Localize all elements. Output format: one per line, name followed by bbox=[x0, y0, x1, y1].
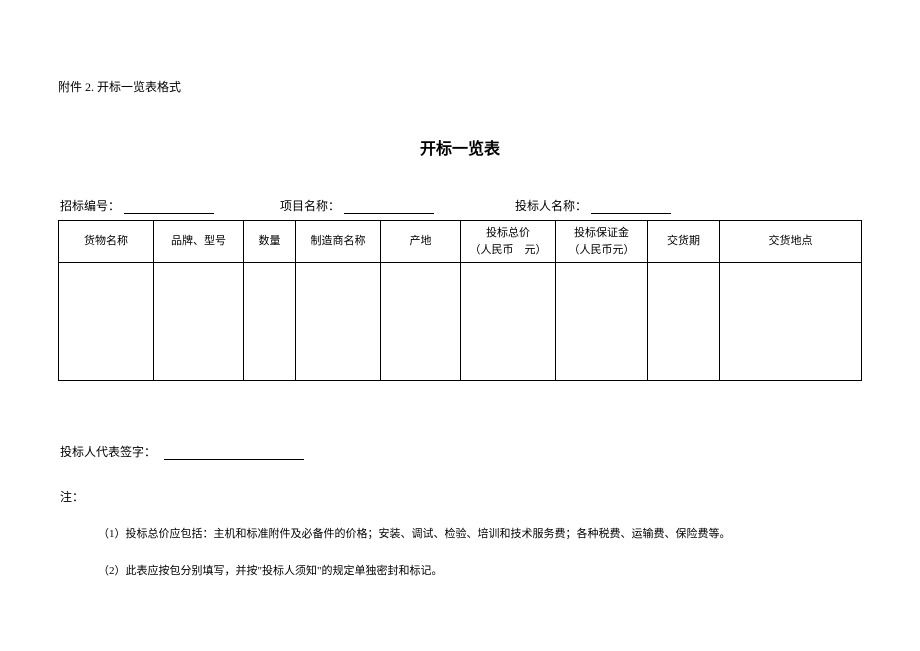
cell-deposit bbox=[556, 263, 648, 381]
cell-total-price bbox=[461, 263, 556, 381]
th-deposit: 投标保证金 （人民币元） bbox=[556, 221, 648, 263]
signature-row: 投标人代表签字： bbox=[58, 443, 862, 460]
project-name-label: 项目名称： bbox=[280, 197, 340, 214]
th-goods-name: 货物名称 bbox=[59, 221, 154, 263]
table-row bbox=[59, 263, 862, 381]
bidder-name-blank bbox=[591, 200, 671, 214]
cell-quantity bbox=[244, 263, 296, 381]
th-deposit-l2: （人民币元） bbox=[569, 244, 635, 256]
th-delivery-period: 交货期 bbox=[648, 221, 720, 263]
th-deposit-l1: 投标保证金 bbox=[574, 227, 629, 239]
cell-origin bbox=[381, 263, 461, 381]
field-bid-no: 招标编号： bbox=[60, 197, 280, 214]
field-project-name: 项目名称： bbox=[280, 197, 515, 214]
cell-delivery-place bbox=[720, 263, 862, 381]
th-quantity: 数量 bbox=[244, 221, 296, 263]
project-name-blank bbox=[344, 200, 434, 214]
page-title: 开标一览表 bbox=[58, 135, 862, 159]
cell-brand-model bbox=[154, 263, 244, 381]
bid-table: 货物名称 品牌、型号 数量 制造商名称 产地 投标总价 （人民币 元） 投标保证… bbox=[58, 220, 862, 381]
th-brand-model: 品牌、型号 bbox=[154, 221, 244, 263]
bid-no-label: 招标编号： bbox=[60, 197, 120, 214]
signature-label: 投标人代表签字： bbox=[60, 443, 156, 460]
cell-delivery-period bbox=[648, 263, 720, 381]
cell-manufacturer bbox=[296, 263, 381, 381]
th-origin: 产地 bbox=[381, 221, 461, 263]
note-2: （2）此表应按包分别填写，并按"投标人须知"的规定单独密封和标记。 bbox=[58, 564, 862, 579]
field-bidder-name: 投标人名称： bbox=[515, 197, 862, 214]
fields-row: 招标编号： 项目名称： 投标人名称： bbox=[58, 197, 862, 214]
note-1: （1）投标总价应包括：主机和标准附件及必备件的价格；安装、调试、检验、培训和技术… bbox=[58, 527, 862, 542]
attachment-label: 附件 2. 开标一览表格式 bbox=[58, 78, 862, 95]
th-delivery-place: 交货地点 bbox=[720, 221, 862, 263]
cell-goods-name bbox=[59, 263, 154, 381]
table-header-row: 货物名称 品牌、型号 数量 制造商名称 产地 投标总价 （人民币 元） 投标保证… bbox=[59, 221, 862, 263]
signature-blank bbox=[164, 446, 304, 460]
th-total-price: 投标总价 （人民币 元） bbox=[461, 221, 556, 263]
notes-label: 注： bbox=[58, 488, 862, 505]
th-total-price-l2: （人民币 元） bbox=[470, 244, 547, 256]
th-manufacturer: 制造商名称 bbox=[296, 221, 381, 263]
bidder-name-label: 投标人名称： bbox=[515, 197, 587, 214]
th-total-price-l1: 投标总价 bbox=[486, 227, 530, 239]
bid-no-blank bbox=[124, 200, 214, 214]
